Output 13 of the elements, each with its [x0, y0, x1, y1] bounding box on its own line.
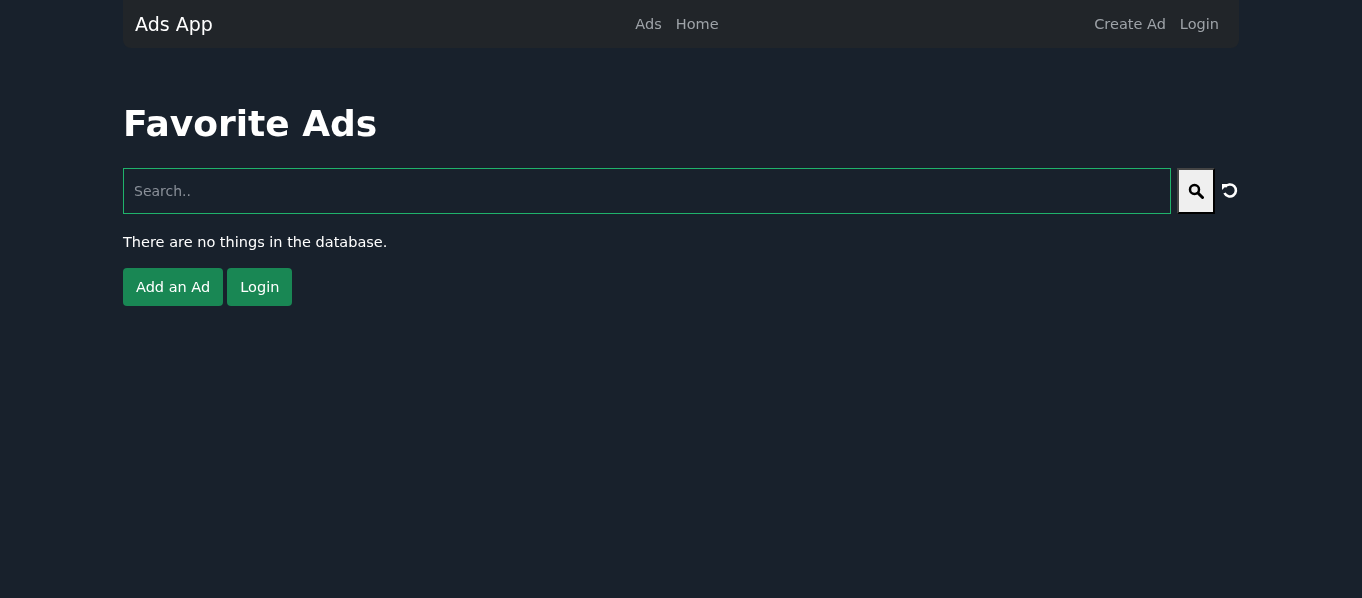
reset-icon[interactable]: [1221, 182, 1239, 200]
nav-link[interactable]: Home: [675, 16, 719, 32]
nav-link[interactable]: Login: [1179, 16, 1219, 32]
action-button[interactable]: Login: [227, 268, 293, 306]
empty-message: There are no things in the database.: [123, 234, 389, 250]
action-button[interactable]: Add an Ad: [123, 268, 224, 306]
brand-link[interactable]: Ads App: [135, 13, 497, 35]
search-field[interactable]: Search..: [123, 168, 1171, 214]
page-heading: Favorite Ads: [123, 102, 379, 146]
nav-link[interactable]: Create Ad: [1094, 16, 1166, 32]
search-button[interactable]: [1177, 168, 1215, 214]
nav-link[interactable]: Ads: [635, 16, 662, 32]
search-icon: [1188, 183, 1204, 199]
